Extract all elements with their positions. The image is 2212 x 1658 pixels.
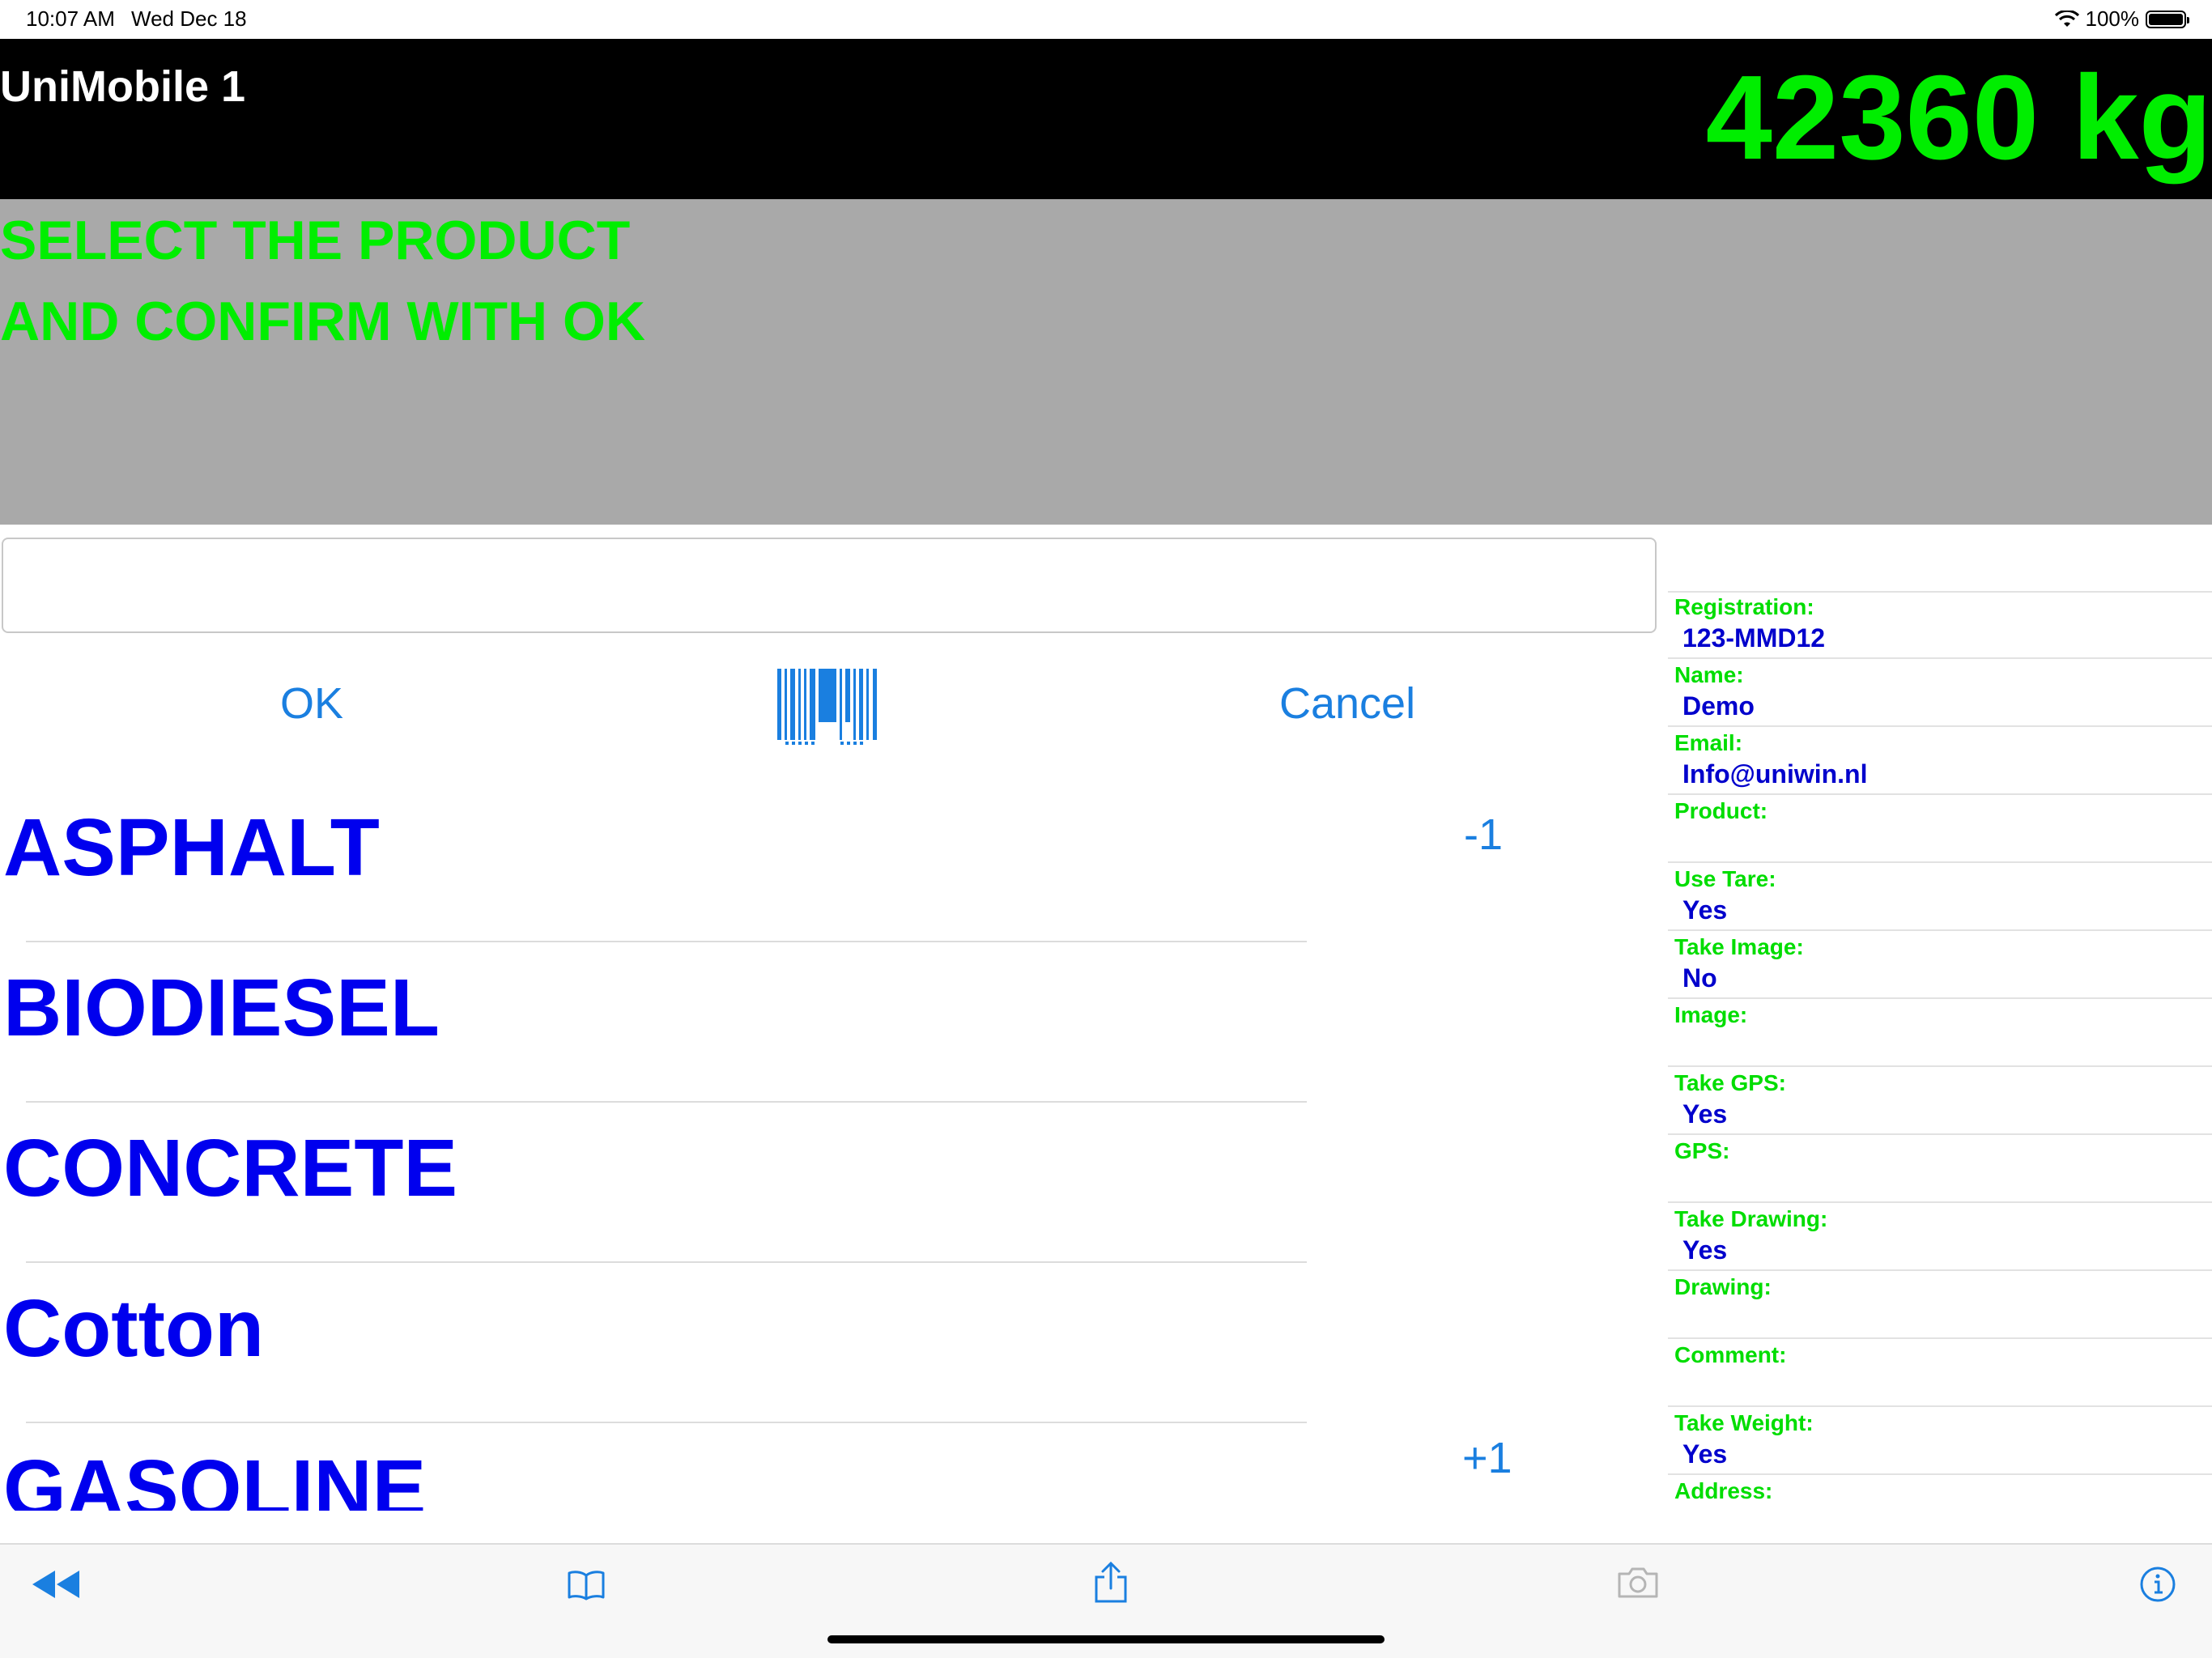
status-right: 100% [2054,6,2189,32]
product-list[interactable]: ASPHALT BIODIESEL CONCRETE Cotton GASOLI… [0,782,1538,1511]
product-name: ASPHALT [3,802,380,893]
detail-take-gps: Take GPS: Yes [1668,1067,2212,1135]
detail-use-tare: Use Tare: Yes [1668,863,2212,931]
scroll-minus-indicator[interactable]: -1 [1464,810,1503,860]
detail-label: Use Tare: [1674,866,1776,891]
status-date: Wed Dec 18 [131,6,247,31]
detail-value: Yes [1682,1439,1728,1469]
detail-label: Product: [1674,798,1768,823]
detail-value: Info@uniwin.nl [1682,759,1868,789]
detail-value: Yes [1682,1235,1728,1265]
detail-label: Take GPS: [1674,1070,1786,1095]
detail-value: Demo [1682,691,1755,721]
share-icon[interactable] [1093,1561,1129,1605]
detail-take-weight: Take Weight: Yes [1668,1407,2212,1475]
detail-registration: Registration: 123-MMD12 [1668,591,2212,659]
product-item-asphalt[interactable]: ASPHALT [0,782,1538,942]
book-icon[interactable] [567,1569,606,1601]
weight-display: 42360 kg [1705,51,2212,185]
detail-value: Yes [1682,895,1728,925]
rewind-icon[interactable] [31,1567,81,1601]
detail-drawing: Drawing: [1668,1271,2212,1339]
detail-product: Product: [1668,795,2212,863]
detail-label: Take Image: [1674,934,1804,959]
detail-address: Address: [1668,1475,2212,1543]
detail-label: Address: [1674,1478,1773,1503]
details-panel: Registration: 123-MMD12 Name: Demo Email… [1668,591,2212,1543]
detail-gps: GPS: [1668,1135,2212,1203]
product-name: GASOLINE [3,1443,427,1511]
app-title: UniMobile 1 [0,62,246,111]
product-name: Cotton [3,1283,265,1374]
wifi-icon [2054,10,2079,27]
detail-image: Image: [1668,999,2212,1067]
header-bar: UniMobile 1 42360 kg [0,39,2212,199]
detail-name: Name: Demo [1668,659,2212,727]
product-name: BIODIESEL [3,963,440,1053]
detail-value: Yes [1682,1099,1728,1129]
camera-icon[interactable] [1616,1566,1660,1600]
detail-label: Registration: [1674,594,1814,619]
instruction-panel: SELECT THE PRODUCT AND CONFIRM WITH OK [0,199,2212,525]
product-search-input[interactable] [2,538,1657,633]
instruction-line-2: AND CONFIRM WITH OK [0,291,646,352]
status-bar: 10:07 AM Wed Dec 18 100% [0,0,2212,39]
detail-label: Image: [1674,1002,1748,1027]
product-item-cotton[interactable]: Cotton [0,1263,1538,1423]
detail-label: Take Drawing: [1674,1206,1828,1231]
detail-comment: Comment: [1668,1339,2212,1407]
detail-value: No [1682,963,1717,993]
detail-label: Email: [1674,730,1743,755]
product-name: CONCRETE [3,1123,458,1214]
product-item-biodiesel[interactable]: BIODIESEL [0,942,1538,1103]
instruction-line-1: SELECT THE PRODUCT [0,210,631,271]
scroll-plus-indicator[interactable]: +1 [1462,1433,1512,1483]
detail-take-drawing: Take Drawing: Yes [1668,1203,2212,1271]
info-icon[interactable] [2139,1566,2176,1603]
battery-icon [2146,10,2189,28]
detail-value: 123-MMD12 [1682,623,1826,653]
product-item-concrete[interactable]: CONCRETE [0,1103,1538,1263]
ok-button[interactable]: OK [280,678,343,729]
detail-label: Name: [1674,662,1744,687]
detail-email: Email: Info@uniwin.nl [1668,727,2212,795]
barcode-icon[interactable] [776,667,884,746]
home-indicator [827,1635,1385,1643]
detail-take-image: Take Image: No [1668,931,2212,999]
detail-label: GPS: [1674,1138,1730,1163]
detail-label: Take Weight: [1674,1410,1814,1435]
detail-label: Drawing: [1674,1274,1772,1299]
battery-percent: 100% [2085,6,2140,31]
status-time: 10:07 AM [26,6,115,31]
product-item-gasoline[interactable]: GASOLINE [0,1423,1538,1511]
cancel-button[interactable]: Cancel [1279,678,1415,729]
detail-label: Comment: [1674,1342,1787,1367]
